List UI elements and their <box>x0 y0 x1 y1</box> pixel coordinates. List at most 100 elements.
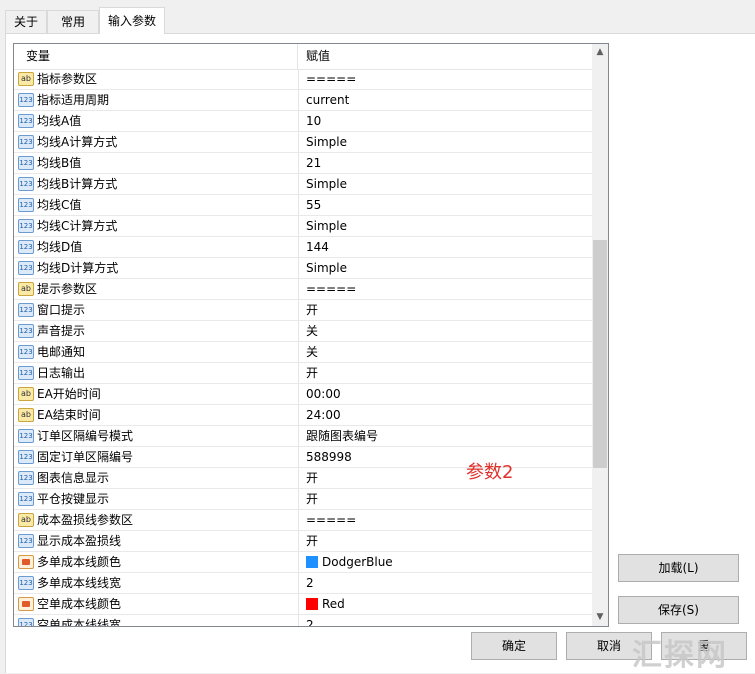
table-row[interactable]: ab 指标参数区 ===== <box>14 69 592 90</box>
variable-value[interactable]: ===== <box>306 510 356 530</box>
variable-value-text: 开 <box>306 534 319 548</box>
table-row[interactable]: 123 平仓按键显示 开 <box>14 489 592 510</box>
load-button[interactable]: 加载(L) <box>618 554 739 582</box>
table-row[interactable]: 123 均线D计算方式 Simple <box>14 258 592 279</box>
variable-value[interactable]: 24:00 <box>306 405 341 425</box>
table-row[interactable]: 123 电邮通知 关 <box>14 342 592 363</box>
ok-button[interactable]: 确定 <box>471 632 557 660</box>
variable-value[interactable]: 关 <box>306 342 318 362</box>
numeric-type-icon: 123 <box>18 471 34 485</box>
table-row[interactable]: 123 声音提示 关 <box>14 321 592 342</box>
variable-value-text: 开 <box>306 471 319 485</box>
table-row[interactable]: 123 多单成本线线宽 2 <box>14 573 592 594</box>
variable-name: 提示参数区 <box>37 282 98 296</box>
variable-value[interactable]: current <box>306 90 349 110</box>
table-row[interactable]: 多单成本线颜色 DodgerBlue <box>14 552 592 573</box>
scroll-down-arrow-icon[interactable]: ▼ <box>592 609 608 626</box>
table-row[interactable]: 123 均线C值 55 <box>14 195 592 216</box>
variable-value[interactable]: 跟随图表编号 <box>306 426 378 446</box>
numeric-type-icon: 123 <box>18 261 34 275</box>
scroll-up-arrow-icon[interactable]: ▲ <box>592 44 608 61</box>
numeric-type-icon: 123 <box>18 240 34 254</box>
vertical-scrollbar[interactable]: ▲ ▼ <box>592 44 608 626</box>
column-divider <box>298 69 299 90</box>
column-divider <box>298 384 299 405</box>
variable-name: 显示成本盈损线 <box>37 534 122 548</box>
tab-about[interactable]: 关于 <box>5 10 47 33</box>
column-header-value[interactable]: 赋值 <box>306 44 330 68</box>
color-swatch <box>306 556 318 568</box>
variable-value[interactable]: 55 <box>306 195 321 215</box>
variable-value[interactable]: 2 <box>306 573 314 593</box>
table-row[interactable]: ab 成本盈损线参数区 ===== <box>14 510 592 531</box>
variable-value[interactable]: ===== <box>306 279 356 299</box>
table-row[interactable]: 123 空单成本线线宽 2 <box>14 615 592 626</box>
table-row[interactable]: ab EA开始时间 00:00 <box>14 384 592 405</box>
save-button[interactable]: 保存(S) <box>618 596 739 624</box>
variable-value[interactable]: 开 <box>306 363 318 383</box>
variable-value[interactable]: 2 <box>306 615 314 626</box>
scroll-thumb[interactable] <box>593 240 607 468</box>
variable-value[interactable]: 开 <box>306 300 318 320</box>
variable-value[interactable]: 10 <box>306 111 321 131</box>
column-header-variable[interactable]: 变量 <box>14 44 298 69</box>
numeric-type-icon: 123 <box>18 93 34 107</box>
variable-name: 均线B计算方式 <box>37 177 118 191</box>
variable-value[interactable]: Red <box>306 594 345 614</box>
table-row[interactable]: 123 均线A值 10 <box>14 111 592 132</box>
table-row[interactable]: 123 指标适用周期 current <box>14 90 592 111</box>
column-divider <box>298 132 299 153</box>
numeric-type-icon: 123 <box>18 366 34 380</box>
variable-name: EA开始时间 <box>37 387 101 401</box>
column-divider <box>298 468 299 489</box>
table-row[interactable]: 123 均线A计算方式 Simple <box>14 132 592 153</box>
table-row[interactable]: 123 窗口提示 开 <box>14 300 592 321</box>
variable-name: 均线C值 <box>37 198 82 212</box>
variable-value[interactable]: 00:00 <box>306 384 341 404</box>
table-row[interactable]: 123 显示成本盈损线 开 <box>14 531 592 552</box>
column-divider <box>298 174 299 195</box>
column-divider <box>298 90 299 111</box>
column-divider <box>298 342 299 363</box>
column-divider <box>298 405 299 426</box>
table-row[interactable]: 123 订单区隔编号模式 跟随图表编号 <box>14 426 592 447</box>
column-divider <box>298 300 299 321</box>
variable-name: 均线A值 <box>37 114 82 128</box>
annotation-label: 参数2 <box>466 462 514 483</box>
table-row[interactable]: ab EA结束时间 24:00 <box>14 405 592 426</box>
variable-value[interactable]: Simple <box>306 216 347 236</box>
variable-value[interactable]: 开 <box>306 468 318 488</box>
column-divider <box>298 552 299 573</box>
variable-value[interactable]: ===== <box>306 69 356 89</box>
variable-value[interactable]: Simple <box>306 174 347 194</box>
numeric-type-icon: 123 <box>18 534 34 548</box>
table-row[interactable]: 123 均线D值 144 <box>14 237 592 258</box>
table-row[interactable]: 123 日志输出 开 <box>14 363 592 384</box>
variable-value[interactable]: 开 <box>306 489 318 509</box>
column-divider <box>298 594 299 615</box>
tab-input-parameters[interactable]: 输入参数 <box>99 7 165 34</box>
tab-common[interactable]: 常用 <box>47 10 99 33</box>
variable-value[interactable]: 144 <box>306 237 329 257</box>
numeric-type-icon: 123 <box>18 492 34 506</box>
column-divider <box>298 111 299 132</box>
table-row[interactable]: 123 均线C计算方式 Simple <box>14 216 592 237</box>
table-row[interactable]: ab 提示参数区 ===== <box>14 279 592 300</box>
variable-value[interactable]: 21 <box>306 153 321 173</box>
variable-value[interactable]: 关 <box>306 321 318 341</box>
column-divider <box>298 153 299 174</box>
variable-name: 多单成本线线宽 <box>37 576 122 590</box>
table-row[interactable]: 123 均线B计算方式 Simple <box>14 174 592 195</box>
numeric-type-icon: 123 <box>18 156 34 170</box>
variable-value[interactable]: 开 <box>306 531 318 551</box>
variable-value[interactable]: 588998 <box>306 447 352 467</box>
parameters-grid[interactable]: 变量 赋值 ab 指标参数区 ===== 123 指标适用周期 current 123 均线A… <box>13 43 609 627</box>
color-swatch <box>306 598 318 610</box>
table-row[interactable]: 空单成本线颜色 Red <box>14 594 592 615</box>
column-divider <box>298 363 299 384</box>
color-type-icon <box>18 555 34 569</box>
variable-value[interactable]: Simple <box>306 258 347 278</box>
table-row[interactable]: 123 均线B值 21 <box>14 153 592 174</box>
variable-value[interactable]: Simple <box>306 132 347 152</box>
variable-value[interactable]: DodgerBlue <box>306 552 393 572</box>
